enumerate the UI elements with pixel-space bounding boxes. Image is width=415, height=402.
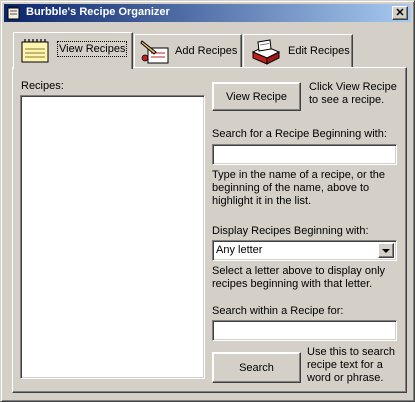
tab-edit-recipes[interactable]: Edit Recipes xyxy=(243,34,353,69)
chevron-down-icon[interactable] xyxy=(378,243,394,258)
recipe-book-icon xyxy=(7,6,20,20)
tab-add-recipes[interactable]: Add Recipes xyxy=(134,34,242,69)
search-within-hint: Use this to search recipe text for a wor… xyxy=(307,346,396,384)
search-beginning-label: Search for a Recipe Beginning with: xyxy=(212,128,387,140)
display-beginning-label: Display Recipes Beginning with: xyxy=(212,225,369,237)
search-button[interactable]: Search xyxy=(212,352,301,383)
view-recipe-hint: Click View Recipe to see a recipe. xyxy=(309,81,397,106)
tab-label: Edit Recipes xyxy=(288,45,350,57)
view-recipe-button[interactable]: View Recipe xyxy=(212,82,301,111)
title-bar[interactable]: Burbble's Recipe Organizer ✕ xyxy=(4,4,411,22)
letter-dropdown[interactable]: Any letter xyxy=(212,240,397,261)
search-beginning-input[interactable] xyxy=(212,144,397,165)
recipes-list[interactable] xyxy=(20,95,205,379)
close-button[interactable]: ✕ xyxy=(392,6,408,20)
app-window: Burbble's Recipe Organizer ✕ View Recipe… xyxy=(0,0,415,402)
tab-view-recipes[interactable]: View Recipes xyxy=(13,32,133,69)
search-within-label: Search within a Recipe for: xyxy=(212,305,344,317)
dropdown-selected-value: Any letter xyxy=(216,244,263,256)
notepad-icon xyxy=(21,39,49,63)
recipes-label: Recipes: xyxy=(21,80,64,92)
search-within-input[interactable] xyxy=(212,320,397,341)
tab-label: Add Recipes xyxy=(175,45,238,57)
display-beginning-hint: Select a letter above to display only re… xyxy=(212,265,386,290)
tab-label: View Recipes xyxy=(56,41,128,57)
tab-panel-view-recipes: Recipes: View Recipe Click View Recipe t… xyxy=(12,67,407,393)
search-beginning-hint: Type in the name of a recipe, or the beg… xyxy=(212,169,386,207)
window-title: Burbble's Recipe Organizer xyxy=(26,6,170,18)
pencil-note-icon xyxy=(140,40,169,64)
recipe-box-icon xyxy=(251,39,281,65)
